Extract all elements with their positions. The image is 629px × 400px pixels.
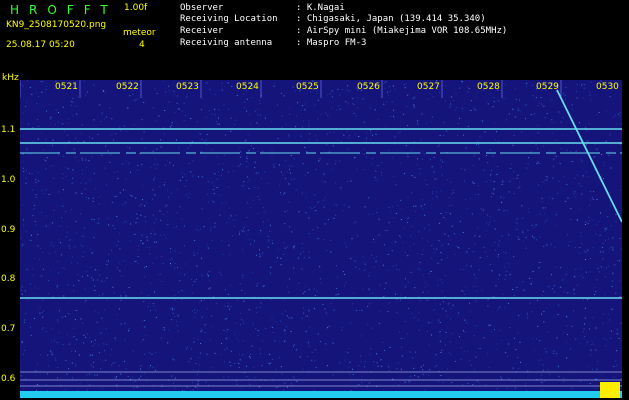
power-strip [20,391,622,398]
info-label-antenna: Receiving antenna [180,38,273,48]
x-tick-label: 0526 [357,82,380,92]
info-label-receiver: Receiver [180,26,224,36]
x-tick-label: 0525 [296,82,319,92]
info-value-location: : Chigasaki, Japan (139.414 35.340) [296,14,486,24]
spectrogram-background [20,80,622,398]
version-label: 1.00f [124,3,148,13]
app-title: HROFFT [10,3,118,17]
datetime-label: 25.08.17 05:20 [6,40,75,50]
power-peak [600,382,620,398]
x-tick-label: 0523 [176,82,199,92]
x-tick-label: 0521 [55,82,78,92]
y-tick-label: 0.9 [1,225,16,235]
info-value-antenna: : Maspro FM-3 [296,38,367,48]
y-tick-label: 0.6 [1,374,16,384]
mode-label: meteor [123,28,156,38]
x-tick-label: 0527 [417,82,440,92]
x-tick-label: 0522 [116,82,139,92]
x-tick-label: 0529 [536,82,559,92]
y-tick-label: 0.7 [1,324,16,334]
spectrogram-canvas [20,80,622,398]
spectrogram-panel [20,80,622,398]
info-label-observer: Observer [180,3,224,13]
x-tick-label: 0530 [596,82,619,92]
y-tick-label: 1.0 [1,175,16,185]
filename-label: KN9_2508170520.png [6,20,107,30]
info-label-location: Receiving Location [180,14,278,24]
y-axis-unit: kHz [2,73,19,83]
y-tick-label: 0.8 [1,274,16,284]
x-tick-label: 0524 [236,82,259,92]
x-tick-label: 0528 [477,82,500,92]
info-value-receiver: : AirSpy mini (Miakejima VOR 108.65MHz) [296,26,508,36]
meteor-count: 4 [139,40,145,50]
info-value-observer: : K.Nagai [296,3,345,13]
y-tick-label: 1.1 [1,125,16,135]
